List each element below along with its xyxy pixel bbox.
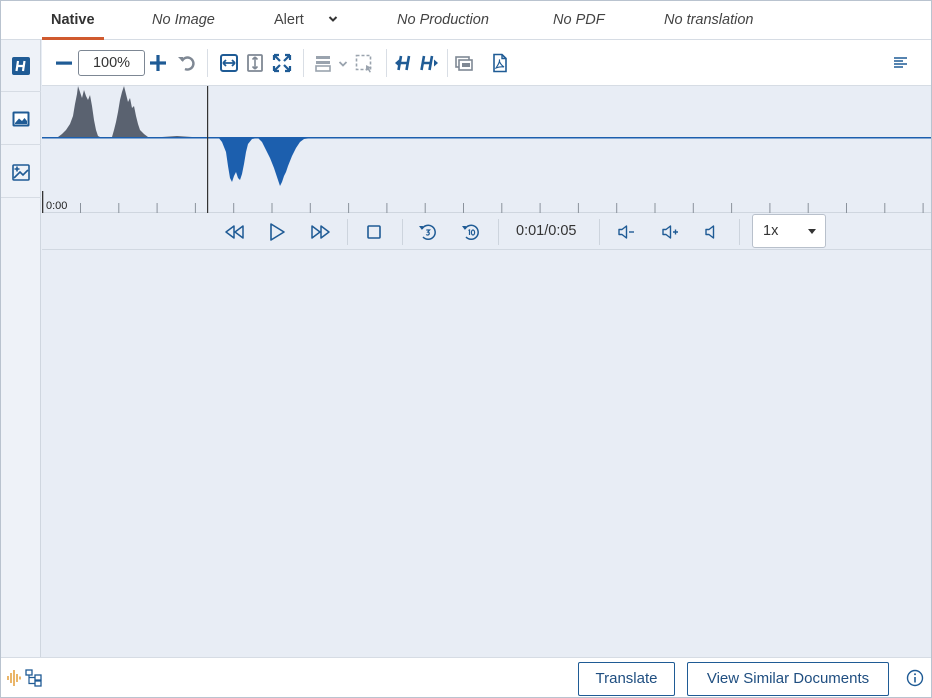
page-layout-button[interactable] [310, 50, 336, 76]
footer-left-panel [1, 657, 42, 697]
next-hit-button[interactable] [415, 50, 441, 76]
translate-button[interactable]: Translate [578, 662, 675, 696]
tab-native[interactable]: Native [51, 1, 95, 40]
print-images-button[interactable] [452, 50, 478, 76]
toolbar-divider [386, 49, 387, 77]
rail-add-image-button[interactable] [1, 146, 41, 198]
document-viewer-area [42, 250, 931, 657]
player-divider [599, 219, 600, 245]
tab-no-pdf[interactable]: No PDF [553, 1, 605, 40]
volume-up-button[interactable] [658, 219, 684, 245]
fast-forward-button[interactable] [308, 219, 334, 245]
audio-player-controls: 0:01/0:05 1x [42, 213, 931, 250]
toolbar-divider [207, 49, 208, 77]
chevron-down-icon[interactable] [338, 60, 348, 68]
toolbar-divider [447, 49, 448, 77]
stop-icon [367, 225, 381, 239]
stop-button[interactable] [361, 219, 387, 245]
tab-no-production[interactable]: No Production [397, 1, 489, 40]
related-items-icon[interactable] [25, 669, 43, 687]
image-icon [12, 111, 30, 126]
fast-forward-icon [311, 225, 330, 239]
tab-alert[interactable]: Alert [274, 1, 304, 40]
volume-down-icon [618, 225, 634, 239]
add-image-icon [12, 163, 30, 181]
undo-icon [178, 56, 195, 71]
playback-speed-value: 1x [763, 223, 779, 239]
ruler-start-label: 0:00 [46, 200, 68, 212]
download-pdf-button[interactable] [487, 50, 513, 76]
rewind-button[interactable] [221, 219, 247, 245]
time-ruler [80, 203, 924, 213]
minus-icon [56, 61, 72, 65]
viewer-tabs: Native No Image Alert No Production No P… [1, 1, 931, 40]
replay-3-icon [419, 224, 436, 241]
player-divider [739, 219, 740, 245]
mute-button[interactable] [699, 219, 725, 245]
zoom-out-button[interactable] [51, 50, 77, 76]
volume-down-button[interactable] [614, 219, 640, 245]
play-button[interactable] [264, 219, 290, 245]
zoom-level-input[interactable]: 100% [78, 50, 145, 76]
audio-waveform-icon[interactable] [6, 669, 22, 687]
pdf-icon [493, 53, 507, 73]
text-view-button[interactable] [888, 50, 914, 76]
player-divider [402, 219, 403, 245]
viewer-frame: Native No Image Alert No Production No P… [0, 0, 932, 698]
info-icon[interactable] [906, 669, 924, 687]
fit-width-icon [220, 54, 238, 72]
marquee-select-icon [355, 54, 372, 73]
chevron-down-icon[interactable] [328, 14, 338, 24]
expand-icon [272, 53, 292, 73]
speaker-icon [705, 225, 715, 239]
caret-down-icon [808, 229, 816, 234]
playback-time-readout: 0:01/0:05 [516, 223, 577, 239]
playhead[interactable] [207, 86, 209, 213]
player-divider [347, 219, 348, 245]
play-icon [270, 223, 285, 241]
fit-width-button[interactable] [216, 50, 242, 76]
replay-3-seconds-button[interactable] [415, 219, 441, 245]
stacked-images-icon [455, 56, 473, 71]
rail-image-button[interactable] [1, 93, 41, 145]
toolbar-divider [303, 49, 304, 77]
plus-icon [150, 55, 166, 71]
audio-waveform[interactable]: 0:00 [42, 86, 931, 213]
waveform-graphic [42, 86, 931, 213]
ruler-start-tick [42, 191, 44, 213]
player-divider [498, 219, 499, 245]
rail-highlights-button[interactable] [1, 40, 41, 92]
document-toolbar: 100% [42, 40, 931, 86]
tab-no-translation[interactable]: No translation [664, 1, 753, 40]
replay-10-icon [462, 224, 479, 241]
highlight-h-icon [12, 56, 30, 75]
waveform-played-segment [58, 86, 192, 137]
volume-up-icon [662, 225, 678, 239]
reset-zoom-button[interactable] [173, 50, 199, 76]
waveform-baseline [42, 137, 931, 139]
viewer-footer: Translate View Similar Documents [42, 657, 931, 697]
fullscreen-button[interactable] [269, 50, 295, 76]
zoom-in-button[interactable] [145, 50, 171, 76]
fit-page-button[interactable] [242, 50, 268, 76]
rewind-icon [225, 225, 244, 239]
replay-10-seconds-button[interactable] [458, 219, 484, 245]
select-area-button[interactable] [351, 50, 377, 76]
left-rail [1, 40, 41, 697]
playback-speed-select[interactable]: 1x [752, 214, 826, 248]
next-highlight-icon [420, 55, 438, 71]
waveform-unplayed-segment [218, 137, 318, 186]
layout-rows-icon [315, 56, 331, 72]
fit-height-icon [247, 54, 263, 72]
tab-no-image[interactable]: No Image [152, 1, 215, 40]
align-left-icon [894, 57, 907, 68]
previous-highlight-icon [395, 55, 411, 71]
view-similar-documents-button[interactable]: View Similar Documents [687, 662, 889, 696]
